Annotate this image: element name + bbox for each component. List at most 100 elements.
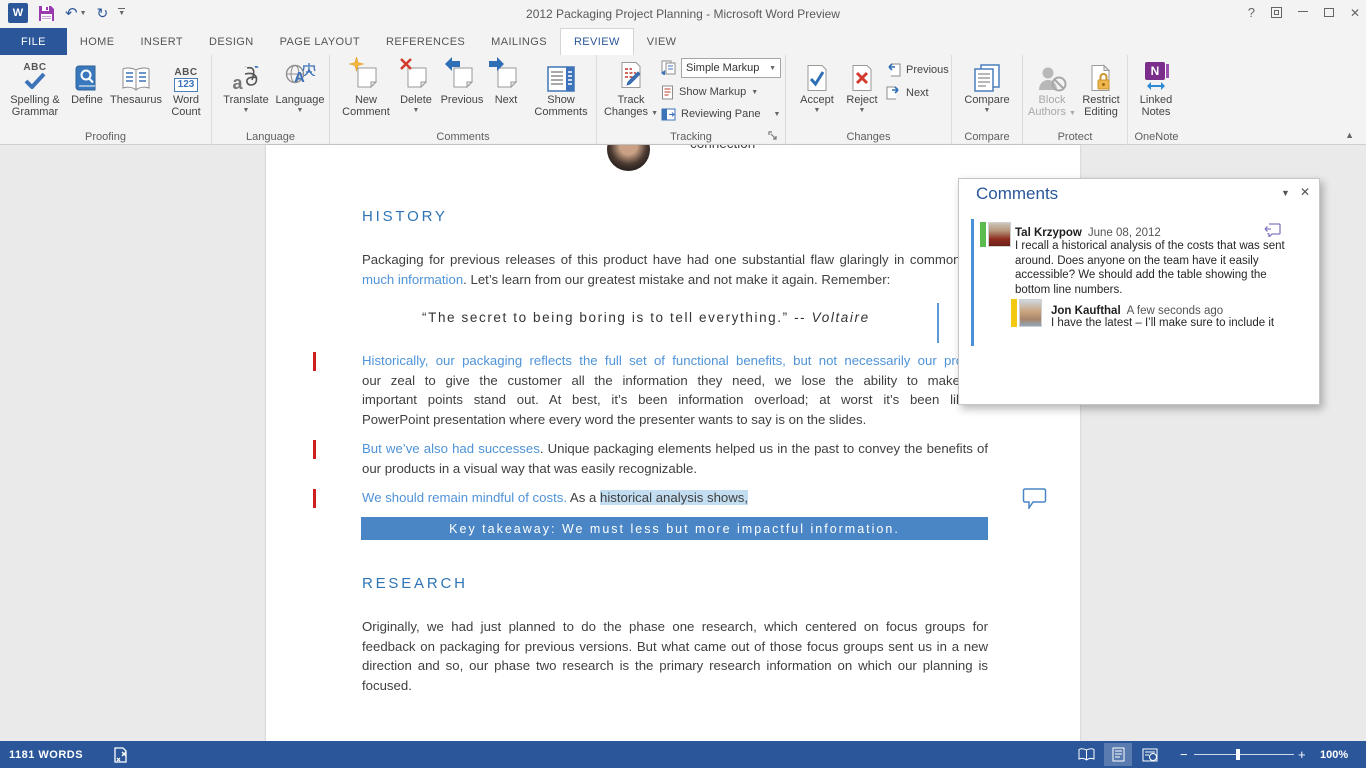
tab-references[interactable]: REFERENCES [373, 28, 478, 55]
language-button[interactable]: A Language ▼ [274, 58, 326, 115]
minimize-button[interactable] [1298, 11, 1308, 12]
tab-view[interactable]: VIEW [634, 28, 690, 55]
button-label: Thesaurus [110, 94, 162, 106]
linked-arrows-icon [1146, 81, 1166, 91]
delete-comment-button[interactable]: Delete ▼ [394, 58, 438, 115]
define-book-icon [74, 64, 100, 92]
group-tracking: Track Changes ▼ Simple Markup ▼ Show Mar… [597, 55, 786, 145]
reply-icon[interactable] [1264, 223, 1281, 237]
checkmark-icon [24, 73, 46, 89]
accept-icon [805, 64, 829, 92]
show-comments-button[interactable]: Show Comments [530, 58, 592, 118]
comment-author[interactable]: Tal Krzypow [1015, 227, 1082, 239]
comment-text: I have the latest – I’ll make sure to in… [1051, 316, 1301, 331]
new-comment-button[interactable]: New Comment [338, 58, 394, 118]
show-markup-button[interactable]: Show Markup ▼ [661, 83, 758, 101]
read-mode-button[interactable] [1072, 743, 1100, 766]
dropdown-icon: ▼ [984, 106, 991, 115]
group-changes: Accept ▼ Reject ▼ Previous Next [786, 55, 952, 145]
comment-avatar [988, 222, 1011, 247]
previous-comment-button[interactable]: Previous [438, 58, 486, 106]
dropdown-icon: ▼ [297, 106, 304, 115]
zoom-level[interactable]: 100% [1320, 749, 1348, 761]
tab-review[interactable]: REVIEW [560, 28, 634, 55]
inline-photo [607, 145, 650, 171]
spelling-grammar-button[interactable]: ABC Spelling & Grammar [4, 58, 66, 118]
window-controls: ? ✕ [1248, 5, 1360, 20]
group-label-tracking: Tracking [597, 131, 785, 143]
next-change-button[interactable]: Next [886, 84, 929, 102]
button-label: Restrict [1082, 94, 1119, 106]
dropdown-icon: ▼ [774, 110, 781, 119]
change-bar [313, 352, 316, 371]
tab-home[interactable]: HOME [67, 28, 128, 55]
zoom-slider-track[interactable] [1194, 754, 1294, 755]
button-label: Next [906, 87, 929, 99]
track-changes-button[interactable]: Track Changes ▼ [603, 58, 659, 118]
comment-balloon-icon[interactable] [1022, 487, 1047, 509]
proofing-status-icon[interactable] [113, 747, 128, 763]
accept-button[interactable]: Accept ▼ [792, 58, 842, 115]
tracking-dialog-launcher[interactable] [768, 131, 779, 142]
group-protect: Block Authors ▼ Restrict Editing Protect [1023, 55, 1128, 145]
next-comment-button[interactable]: Next [486, 58, 526, 106]
word-count-button[interactable]: ABC 123 Word Count [164, 58, 208, 118]
reject-button[interactable]: Reject ▼ [840, 58, 884, 115]
dropdown-icon: ▼ [1069, 110, 1076, 117]
button-label: Delete [400, 94, 432, 106]
tab-page-layout[interactable]: PAGE LAYOUT [267, 28, 373, 55]
abc-glyph: ABC [174, 68, 199, 78]
previous-change-button[interactable]: Previous [886, 61, 949, 79]
tab-design[interactable]: DESIGN [196, 28, 267, 55]
word-count-status[interactable]: 1181 WORDS [9, 749, 83, 761]
paragraph-line: much information. Let’s learn from our g… [362, 270, 988, 290]
restrict-editing-icon [1089, 64, 1113, 92]
restrict-editing-button[interactable]: Restrict Editing [1077, 58, 1125, 118]
next-change-icon [886, 86, 901, 100]
tab-insert[interactable]: INSERT [127, 28, 196, 55]
button-label: Count [171, 106, 200, 118]
restore-button[interactable] [1324, 8, 1334, 17]
button-label: Accept [800, 94, 834, 106]
group-proofing: ABC Spelling & Grammar Define [0, 55, 212, 145]
button-label: Spelling & [10, 94, 60, 106]
status-bar: 1181 WORDS − + 100% [0, 741, 1366, 768]
thesaurus-button[interactable]: Thesaurus [108, 58, 164, 106]
help-icon[interactable]: ? [1248, 5, 1255, 20]
sparkle-icon [349, 57, 364, 72]
paragraph-line: focused. [362, 676, 988, 696]
close-button[interactable]: ✕ [1350, 6, 1360, 20]
body-text: As a [567, 490, 600, 505]
zoom-slider-handle[interactable] [1236, 749, 1240, 760]
define-button[interactable]: Define [68, 58, 106, 106]
button-label: Notes [1142, 106, 1171, 118]
zoom-in-button[interactable]: + [1298, 747, 1306, 762]
markup-mode-select[interactable]: Simple Markup ▼ [681, 58, 781, 78]
inserted-text: We should remain mindful of costs. [362, 490, 567, 505]
linked-notes-button[interactable]: N Linked Notes [1131, 58, 1181, 118]
reviewing-pane-button[interactable]: Reviewing Pane ▼ [661, 105, 780, 123]
arrow-right-icon [488, 57, 505, 71]
zoom-out-button[interactable]: − [1180, 747, 1188, 762]
button-label: Comment [342, 106, 390, 118]
block-authors-button: Block Authors ▼ [1027, 58, 1077, 118]
print-layout-button[interactable] [1104, 743, 1132, 766]
reject-icon [850, 64, 874, 92]
web-layout-button[interactable] [1136, 743, 1164, 766]
button-label: Grammar [12, 106, 58, 118]
translate-button[interactable]: a Translate ▼ [220, 58, 272, 115]
block-authors-icon [1037, 66, 1067, 92]
comment-thread-line [971, 219, 974, 346]
translate-kana-icon [244, 66, 260, 92]
collapse-ribbon-icon[interactable]: ▲ [1345, 130, 1354, 140]
button-label: Editing [1084, 106, 1118, 118]
comments-pane-menu-icon[interactable]: ▼ [1281, 188, 1290, 198]
tab-mailings[interactable]: MAILINGS [478, 28, 560, 55]
compare-button[interactable]: Compare ▼ [957, 58, 1017, 115]
paragraph-line: But we’ve also had successes. Unique pac… [362, 439, 988, 459]
comments-pane: Comments ▼ ✕ Tal KrzypowJune 08, 2012 I … [958, 178, 1320, 405]
inserted-text: But we’ve also had successes [362, 441, 540, 456]
tab-file[interactable]: FILE [0, 28, 67, 55]
comments-pane-close-icon[interactable]: ✕ [1300, 185, 1310, 199]
fullscreen-icon[interactable] [1271, 7, 1282, 18]
